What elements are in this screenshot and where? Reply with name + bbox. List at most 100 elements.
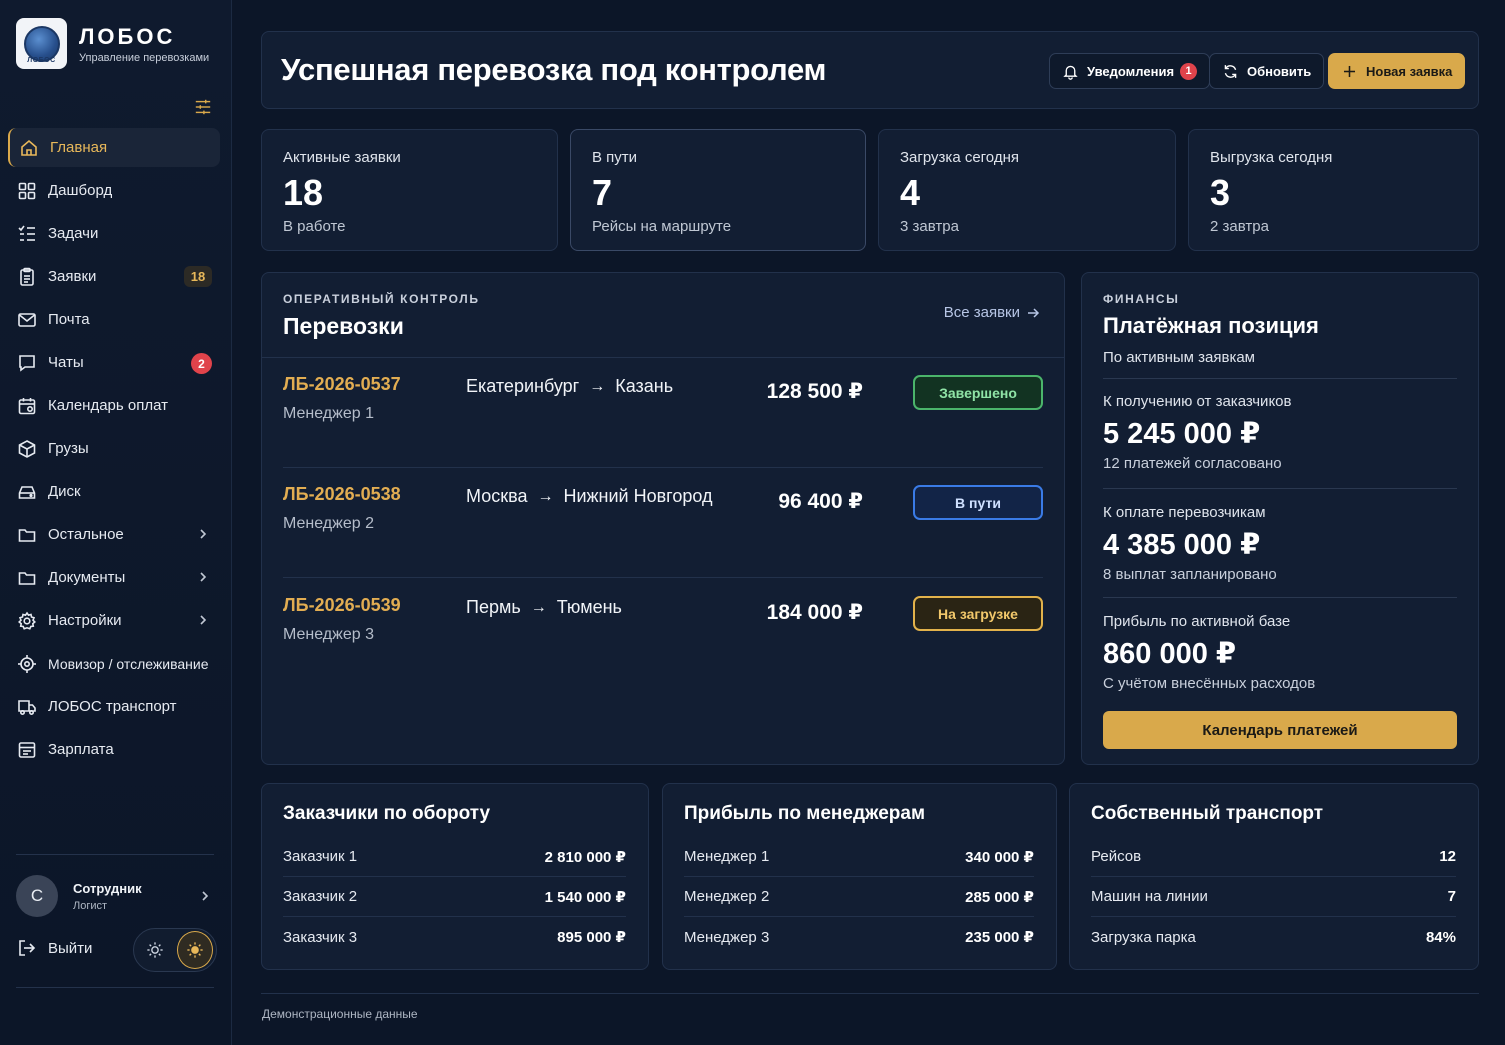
sidebar-item-home[interactable]: Главная bbox=[8, 128, 220, 167]
stat-card-in-transit[interactable]: В пути 7 Рейсы на маршруте bbox=[570, 129, 866, 251]
theme-toggle[interactable] bbox=[133, 928, 217, 972]
grid-icon bbox=[17, 181, 37, 201]
shipment-row[interactable]: ЛБ-2026-0537 Менеджер 1 Екатеринбург → К… bbox=[283, 358, 1043, 468]
manager-value: 340 000 ₽ bbox=[965, 848, 1034, 866]
list-item[interactable]: Менеджер 1 340 000 ₽ bbox=[684, 837, 1034, 877]
finance-value: 4 385 000 ₽ bbox=[1103, 529, 1261, 561]
customer-value: 1 540 000 ₽ bbox=[544, 888, 626, 906]
finance-note: 12 платежей согласовано bbox=[1103, 455, 1282, 472]
sidebar-item-mail[interactable]: Почта bbox=[8, 300, 220, 339]
shipment-manager: Менеджер 2 bbox=[283, 515, 374, 532]
user-profile[interactable]: С Сотрудник Логист bbox=[16, 874, 216, 918]
stat-card-loading-today[interactable]: Загрузка сегодня 4 3 завтра bbox=[878, 129, 1176, 251]
chat-icon bbox=[17, 353, 37, 373]
stat-value: 18 bbox=[283, 172, 324, 213]
light-theme-button[interactable] bbox=[137, 931, 173, 969]
transport-panel: Собственный транспорт Рейсов 12 Машин на… bbox=[1069, 783, 1479, 970]
finance-profit: Прибыль по активной базе 860 000 ₽ С учё… bbox=[1103, 613, 1457, 692]
shipment-id[interactable]: ЛБ-2026-0537 bbox=[283, 374, 401, 395]
stat-card-unloading-today[interactable]: Выгрузка сегодня 3 2 завтра bbox=[1188, 129, 1479, 251]
route-to: Нижний Новгород bbox=[563, 486, 713, 506]
dark-theme-button[interactable] bbox=[176, 931, 213, 969]
route-from: Пермь bbox=[466, 597, 521, 617]
shipment-row[interactable]: ЛБ-2026-0538 Менеджер 2 Москва → Нижний … bbox=[283, 468, 1043, 578]
calendar-icon bbox=[17, 396, 37, 416]
stat-sub: 2 завтра bbox=[1210, 218, 1269, 235]
stat-card-active[interactable]: Активные заявки 18 В работе bbox=[261, 129, 558, 251]
sidebar-nav: Главная Дашборд Задачи Заявки 18 Почта Ч… bbox=[8, 128, 220, 773]
status-badge: В пути bbox=[913, 485, 1043, 520]
sidebar-item-transport[interactable]: ЛОБОС транспорт bbox=[8, 687, 220, 726]
sidebar-divider bbox=[16, 987, 214, 988]
shipment-id[interactable]: ЛБ-2026-0539 bbox=[283, 595, 401, 616]
route-to: Тюмень bbox=[556, 597, 622, 617]
user-role: Логист bbox=[73, 899, 108, 912]
finance-title: Платёжная позиция bbox=[1103, 313, 1319, 338]
list-item[interactable]: Заказчик 1 2 810 000 ₽ bbox=[283, 837, 626, 877]
customers-panel: Заказчики по обороту Заказчик 1 2 810 00… bbox=[261, 783, 649, 970]
list-item[interactable]: Заказчик 3 895 000 ₽ bbox=[283, 917, 626, 957]
folder-icon bbox=[17, 525, 37, 545]
sidebar-item-requests[interactable]: Заявки 18 bbox=[8, 257, 220, 296]
divider bbox=[1103, 488, 1457, 489]
transport-value: 12 bbox=[1439, 848, 1456, 865]
sidebar-item-label: ЛОБОС транспорт bbox=[48, 698, 177, 715]
payment-calendar-button[interactable]: Календарь платежей bbox=[1103, 711, 1457, 749]
notifications-label: Уведомления bbox=[1087, 63, 1175, 79]
shipment-route: Екатеринбург → Казань bbox=[466, 376, 673, 397]
list-item[interactable]: Заказчик 2 1 540 000 ₽ bbox=[283, 877, 626, 917]
sidebar-item-label: Главная bbox=[50, 139, 108, 156]
logout-button[interactable]: Выйти bbox=[17, 938, 92, 958]
manager-name: Менеджер 3 bbox=[684, 928, 770, 946]
sliders-icon[interactable] bbox=[194, 98, 212, 116]
divider bbox=[1103, 378, 1457, 379]
logo-text: ЛОБОС bbox=[27, 57, 56, 64]
page-header: Успешная перевозка под контролем Уведомл… bbox=[261, 31, 1479, 109]
arrow-right-icon: → bbox=[530, 598, 547, 616]
sidebar-item-cargo[interactable]: Грузы bbox=[8, 429, 220, 468]
refresh-button[interactable]: Обновить bbox=[1209, 53, 1325, 89]
sidebar-item-dashboard[interactable]: Дашборд bbox=[8, 171, 220, 210]
shipment-amount: 184 000 ₽ bbox=[766, 601, 863, 624]
divider bbox=[1103, 597, 1457, 598]
sidebar-item-settings[interactable]: Настройки bbox=[8, 601, 220, 640]
shipments-panel: ОПЕРАТИВНЫЙ КОНТРОЛЬ Перевозки Все заявк… bbox=[261, 272, 1065, 765]
shipment-route: Москва → Нижний Новгород bbox=[466, 486, 712, 507]
plus-icon bbox=[1343, 65, 1356, 77]
sun-icon bbox=[147, 942, 163, 958]
shipment-row[interactable]: ЛБ-2026-0539 Менеджер 3 Пермь → Тюмень 1… bbox=[283, 579, 1043, 689]
sidebar-item-label: Настройки bbox=[48, 612, 122, 629]
list-item[interactable]: Менеджер 3 235 000 ₽ bbox=[684, 917, 1034, 957]
list-item[interactable]: Менеджер 2 285 000 ₽ bbox=[684, 877, 1034, 917]
notifications-button[interactable]: Уведомления 1 bbox=[1049, 53, 1211, 89]
list-item[interactable]: Машин на линии 7 bbox=[1091, 877, 1456, 917]
all-requests-link[interactable]: Все заявки bbox=[944, 304, 1040, 321]
customer-value: 895 000 ₽ bbox=[557, 929, 626, 946]
sidebar-item-salary[interactable]: Зарплата bbox=[8, 730, 220, 769]
sidebar-item-label: Грузы bbox=[48, 440, 89, 457]
disk-icon bbox=[17, 482, 37, 502]
brand[interactable]: ЛОБОС ЛОБОС Управление перевозками bbox=[16, 18, 209, 69]
notifications-count-badge: 1 bbox=[1180, 62, 1198, 80]
mail-icon bbox=[17, 310, 37, 330]
shipment-manager: Менеджер 3 bbox=[283, 626, 374, 643]
arrow-right-icon: → bbox=[589, 377, 606, 395]
list-item[interactable]: Рейсов 12 bbox=[1091, 837, 1456, 877]
shipments-title: Перевозки bbox=[283, 313, 404, 339]
sidebar-item-disk[interactable]: Диск bbox=[8, 472, 220, 511]
sidebar-item-documents[interactable]: Документы bbox=[8, 558, 220, 597]
sidebar-item-label: Чаты bbox=[48, 354, 84, 371]
list-item[interactable]: Загрузка парка 84% bbox=[1091, 917, 1456, 957]
sidebar-item-other[interactable]: Остальное bbox=[8, 515, 220, 554]
sidebar-item-payment-calendar[interactable]: Календарь оплат bbox=[8, 386, 220, 425]
sidebar-item-tracking[interactable]: Мовизор / отслеживание bbox=[8, 644, 220, 683]
stat-value: 4 bbox=[900, 172, 921, 213]
managers-panel: Прибыль по менеджерам Менеджер 1 340 000… bbox=[662, 783, 1057, 970]
sidebar-item-tasks[interactable]: Задачи bbox=[8, 214, 220, 253]
sidebar-item-chats[interactable]: Чаты 2 bbox=[8, 343, 220, 382]
sidebar-item-label: Остальное bbox=[48, 526, 124, 543]
shipment-id[interactable]: ЛБ-2026-0538 bbox=[283, 484, 401, 505]
new-request-button[interactable]: Новая заявка bbox=[1328, 53, 1466, 89]
stat-label: Выгрузка сегодня bbox=[1210, 149, 1333, 166]
finance-label: Прибыль по активной базе bbox=[1103, 613, 1291, 630]
